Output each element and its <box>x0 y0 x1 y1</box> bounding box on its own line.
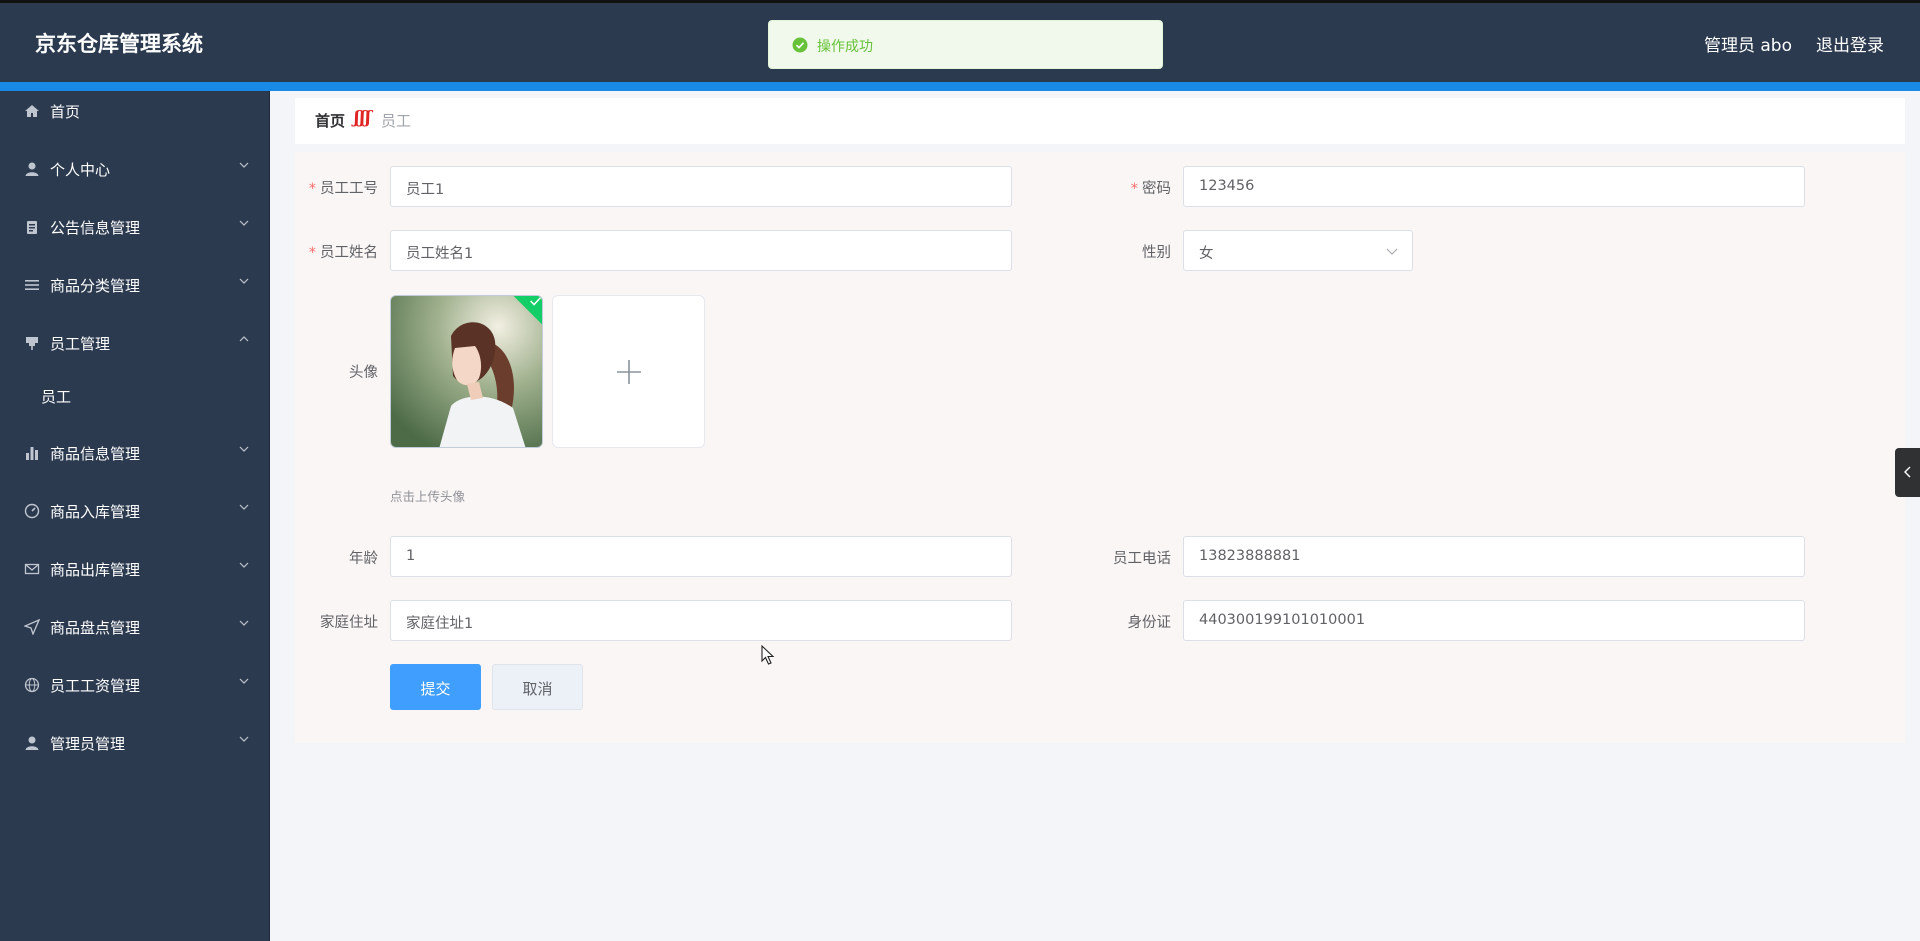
breadcrumb-separator: ʃʃʃ <box>354 108 371 128</box>
chevron-down-icon <box>1386 248 1398 255</box>
submit-button[interactable]: 提交 <box>390 664 481 710</box>
chevron-down-icon <box>239 678 249 684</box>
phone-input[interactable]: 13823888881 <box>1183 536 1805 577</box>
avatar-image <box>391 296 542 447</box>
age-label: 年龄 <box>349 551 378 567</box>
chevron-down-icon <box>239 162 249 168</box>
logout-link[interactable]: 退出登录 <box>1816 31 1884 56</box>
pin-icon <box>26 337 38 350</box>
age-input[interactable]: 1 <box>390 536 1012 577</box>
sidebar-item-employee-mgmt[interactable]: 员工管理 <box>0 323 270 363</box>
sidebar-item-goods-inbound[interactable]: 商品入库管理 <box>0 491 270 531</box>
sidebar-subitem-employee[interactable]: 员工 <box>0 376 270 416</box>
gender-select-value: 女 <box>1199 246 1214 262</box>
password-label: * 密码 <box>1130 181 1171 197</box>
home-icon <box>25 105 39 117</box>
chevron-down-icon <box>239 562 249 568</box>
plus-icon <box>617 360 641 384</box>
sidebar-item-label: 个人中心 <box>50 161 111 179</box>
breadcrumb: 首页 ʃʃʃ 员工 <box>295 98 1905 144</box>
avatar-upload-tip: 点击上传头像 <box>390 489 466 504</box>
sidebar-item-goods-outbound[interactable]: 商品出库管理 <box>0 549 270 589</box>
clipboard-icon <box>27 221 37 234</box>
bar-chart-icon <box>26 447 38 460</box>
sidebar-item-label: 员工管理 <box>50 335 111 353</box>
sidebar-item-salary[interactable]: 员工工资管理 <box>0 665 270 705</box>
sidebar-item-goods-inventory[interactable]: 商品盘点管理 <box>0 607 270 647</box>
mouse-cursor-icon <box>761 645 775 665</box>
check-circle-icon <box>792 37 808 53</box>
chevron-left-icon <box>1904 466 1911 478</box>
employee-name-input[interactable]: 员工姓名1 <box>390 230 1012 271</box>
breadcrumb-current: 员工 <box>381 112 412 130</box>
sidebar-item-notice[interactable]: 公告信息管理 <box>0 207 270 247</box>
toast-message: 操作成功 <box>817 39 873 55</box>
employee-name-label: * 员工姓名 <box>308 245 378 261</box>
gender-label: 性别 <box>1142 245 1171 261</box>
chevron-down-icon <box>239 446 249 452</box>
user-icon <box>25 736 39 750</box>
user-icon <box>25 162 39 176</box>
mail-icon <box>24 563 40 575</box>
address-input[interactable]: 家庭住址1 <box>390 600 1012 641</box>
check-icon <box>530 296 542 306</box>
sidebar-item-admin[interactable]: 管理员管理 <box>0 723 270 763</box>
globe-icon <box>24 677 40 693</box>
header-accent-bar <box>0 82 1920 91</box>
sidebar-item-label: 商品出库管理 <box>50 561 141 579</box>
sidebar-item-label: 商品盘点管理 <box>50 619 141 637</box>
employee-no-input[interactable]: 员工1 <box>390 166 1012 207</box>
success-toast: 操作成功 <box>768 20 1163 69</box>
avatar-upload-button[interactable] <box>552 295 705 448</box>
sidebar-item-home[interactable]: 首页 <box>0 91 270 131</box>
sidebar-item-category[interactable]: 商品分类管理 <box>0 265 270 305</box>
sidebar-item-label: 商品信息管理 <box>50 445 141 463</box>
gauge-icon <box>24 503 40 519</box>
chevron-down-icon <box>239 620 249 626</box>
gender-select[interactable]: 女 <box>1183 230 1413 271</box>
list-icon <box>25 280 39 290</box>
id-card-label: 身份证 <box>1127 615 1172 631</box>
sidebar-item-label: 公告信息管理 <box>50 219 141 237</box>
chevron-down-icon <box>239 278 249 284</box>
sidebar-item-label: 商品分类管理 <box>50 277 141 295</box>
sidebar-item-label: 管理员管理 <box>50 735 126 753</box>
sidebar-item-goods-info[interactable]: 商品信息管理 <box>0 433 270 473</box>
sidebar-subitem-label: 员工 <box>41 388 72 406</box>
app-title: 京东仓库管理系统 <box>35 32 203 56</box>
id-card-input[interactable]: 440300199101010001 <box>1183 600 1805 641</box>
sidebar-item-personal-center[interactable]: 个人中心 <box>0 149 270 189</box>
side-panel-toggle[interactable] <box>1895 448 1920 497</box>
phone-label: 员工电话 <box>1113 551 1171 567</box>
send-icon <box>24 619 40 635</box>
sidebar-item-label: 员工工资管理 <box>50 677 141 695</box>
password-input[interactable]: 123456 <box>1183 166 1805 207</box>
cancel-button[interactable]: 取消 <box>492 664 583 710</box>
chevron-down-icon <box>239 736 249 742</box>
sidebar: 首页 个人中心 公告信息管理 商品分类管理 员工管理 员工 商品信息管理 商品入… <box>0 91 270 941</box>
chevron-down-icon <box>239 504 249 510</box>
address-label: 家庭住址 <box>320 615 378 631</box>
avatar-thumbnail[interactable] <box>390 295 543 448</box>
chevron-down-icon <box>239 220 249 226</box>
current-user: 管理员 abo <box>1703 36 1792 56</box>
chevron-up-icon <box>239 336 249 342</box>
avatar-label: 头像 <box>349 365 378 381</box>
breadcrumb-home[interactable]: 首页 <box>315 110 345 131</box>
sidebar-item-label: 商品入库管理 <box>50 503 141 521</box>
employee-no-label: * 员工工号 <box>308 181 378 197</box>
sidebar-item-label: 首页 <box>50 103 81 121</box>
